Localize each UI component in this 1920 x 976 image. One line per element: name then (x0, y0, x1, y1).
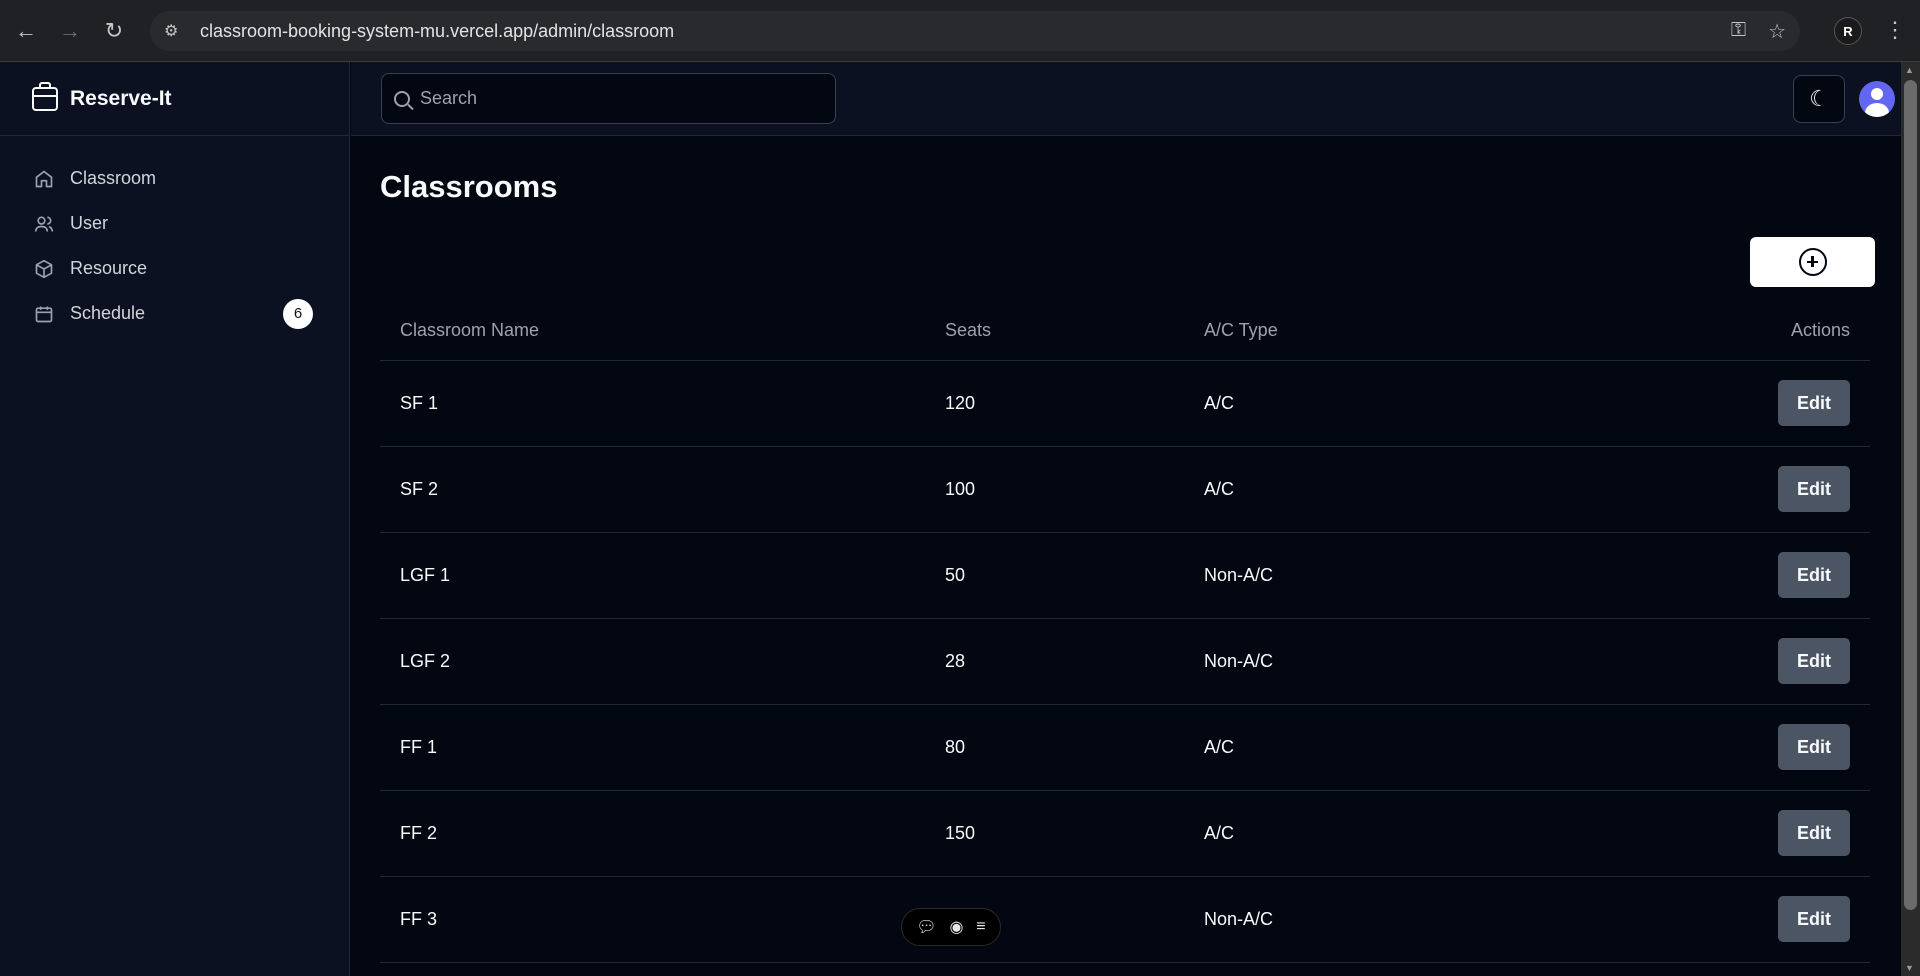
back-icon[interactable]: ← (8, 13, 44, 49)
table-row: FF 1 80 A/C Edit (380, 704, 1870, 791)
column-header: Actions (1529, 302, 1870, 361)
classroom-name-cell: FF 3 (380, 876, 925, 963)
ac-type-cell: Non-A/C (1184, 876, 1530, 963)
classroom-name-cell: LGF 1 (380, 532, 925, 619)
schedule-count-badge: 6 (283, 298, 313, 329)
seats-cell: 150 (925, 790, 1184, 877)
classroom-name-cell: FF 1 (380, 704, 925, 791)
table-row: SF 1 120 A/C Edit (380, 360, 1870, 447)
actions-cell: Edit (1529, 446, 1870, 533)
table-row: LGF 2 28 Non-A/C Edit (380, 618, 1870, 705)
table-row: FF 3 Non-A/C Edit (380, 876, 1870, 963)
sidebar-nav: Classroom User Resource Schedule 6 (0, 136, 349, 336)
classroom-name-cell: SF 2 (380, 446, 925, 533)
briefcase-icon (32, 81, 58, 111)
forward-icon[interactable]: → (52, 13, 88, 49)
search-input[interactable] (420, 88, 820, 109)
classroom-name-cell: LGF 2 (380, 618, 925, 705)
edit-button[interactable]: Edit (1778, 724, 1850, 770)
ac-type-cell: A/C (1184, 704, 1530, 791)
sidebar-item-label: User (70, 213, 109, 233)
brand-name: Reserve-It (70, 86, 172, 110)
seats-cell: 80 (925, 704, 1184, 791)
reload-icon[interactable]: ↻ (96, 13, 132, 49)
edit-button[interactable]: Edit (1778, 466, 1850, 512)
brand[interactable]: Reserve-It (0, 62, 349, 136)
add-classroom-button[interactable] (1750, 237, 1875, 287)
ac-type-cell: A/C (1184, 446, 1530, 533)
bookmark-star-icon[interactable]: ☆ (1768, 19, 1786, 44)
users-icon (34, 214, 54, 234)
actions-cell: Edit (1529, 532, 1870, 619)
browser-menu-icon[interactable]: ⋮ (1884, 17, 1906, 43)
sidebar-item-user[interactable]: User (0, 201, 349, 246)
theme-toggle-button[interactable]: ☾ (1793, 75, 1845, 123)
avatar[interactable] (1859, 81, 1895, 117)
ac-type-cell: Non-A/C (1184, 618, 1530, 705)
scroll-up-icon[interactable]: ▲ (1905, 65, 1914, 75)
sidebar-item-label: Classroom (70, 168, 157, 188)
sidebar-item-resource[interactable]: Resource (0, 246, 349, 291)
sidebar-item-classroom[interactable]: Classroom (0, 156, 349, 201)
package-icon (34, 259, 54, 279)
menu-icon[interactable]: ≡ (976, 918, 985, 936)
calendar-icon (34, 304, 54, 324)
extension-icon[interactable]: R (1834, 17, 1862, 45)
address-bar[interactable]: ⚙ classroom-booking-system-mu.vercel.app… (150, 11, 1800, 51)
table-row: FF 2 150 A/C Edit (380, 790, 1870, 877)
scrollbar-thumb[interactable] (1904, 80, 1917, 910)
password-key-icon[interactable]: ⚿ (1731, 19, 1746, 44)
actions-cell: Edit (1529, 618, 1870, 705)
table-header-row: Classroom Name Seats A/C Type Actions (380, 302, 1870, 361)
seats-cell: 120 (925, 360, 1184, 447)
floating-toolbar: 💬︎ ◉ ≡ (901, 908, 1001, 946)
browser-toolbar: ← → ↻ ⚙ classroom-booking-system-mu.verc… (0, 0, 1920, 62)
table-row: LGF 1 50 Non-A/C Edit (380, 532, 1870, 619)
page-scrollbar[interactable]: ▲ ▼ (1901, 62, 1920, 976)
sidebar-item-label: Schedule (70, 303, 146, 323)
plus-circle-icon (1798, 248, 1827, 276)
column-header: A/C Type (1184, 302, 1530, 361)
home-icon (34, 169, 54, 189)
ac-type-cell: A/C (1184, 360, 1530, 447)
seats-cell: 100 (925, 446, 1184, 533)
ac-type-cell: Non-A/C (1184, 532, 1530, 619)
column-header: Seats (925, 302, 1184, 361)
main-content: Classrooms Classroom Name Seats A/C Type… (351, 137, 1901, 976)
edit-button[interactable]: Edit (1778, 638, 1850, 684)
search-icon (394, 90, 410, 107)
edit-button[interactable]: Edit (1778, 380, 1850, 426)
ac-type-cell: A/C (1184, 790, 1530, 877)
actions-cell: Edit (1529, 704, 1870, 791)
sidebar-item-label: Resource (70, 258, 148, 278)
classroom-name-cell: SF 1 (380, 360, 925, 447)
classrooms-table: Classroom Name Seats A/C Type Actions SF… (380, 302, 1870, 963)
edit-button[interactable]: Edit (1778, 896, 1850, 942)
moon-icon: ☾ (1809, 86, 1829, 111)
scroll-down-icon[interactable]: ▼ (1905, 963, 1914, 973)
column-header: Classroom Name (380, 302, 925, 361)
page-title: Classrooms (380, 169, 558, 204)
actions-cell: Edit (1529, 360, 1870, 447)
search-box[interactable] (381, 73, 836, 124)
edit-button[interactable]: Edit (1778, 810, 1850, 856)
sidebar-item-schedule[interactable]: Schedule 6 (0, 291, 349, 336)
url-text[interactable]: classroom-booking-system-mu.vercel.app/a… (200, 21, 674, 42)
top-bar: ☾ (351, 62, 1901, 136)
comment-icon[interactable]: 💬︎ (916, 917, 936, 937)
classroom-name-cell: FF 2 (380, 790, 925, 877)
seats-cell: 28 (925, 618, 1184, 705)
table-row: SF 2 100 A/C Edit (380, 446, 1870, 533)
edit-button[interactable]: Edit (1778, 552, 1850, 598)
actions-cell: Edit (1529, 876, 1870, 963)
eye-icon[interactable]: ◉ (949, 917, 963, 937)
actions-cell: Edit (1529, 790, 1870, 877)
sidebar: Reserve-It Classroom User Resource Sched… (0, 62, 350, 976)
seats-cell: 50 (925, 532, 1184, 619)
site-settings-icon[interactable]: ⚙ (164, 21, 188, 41)
